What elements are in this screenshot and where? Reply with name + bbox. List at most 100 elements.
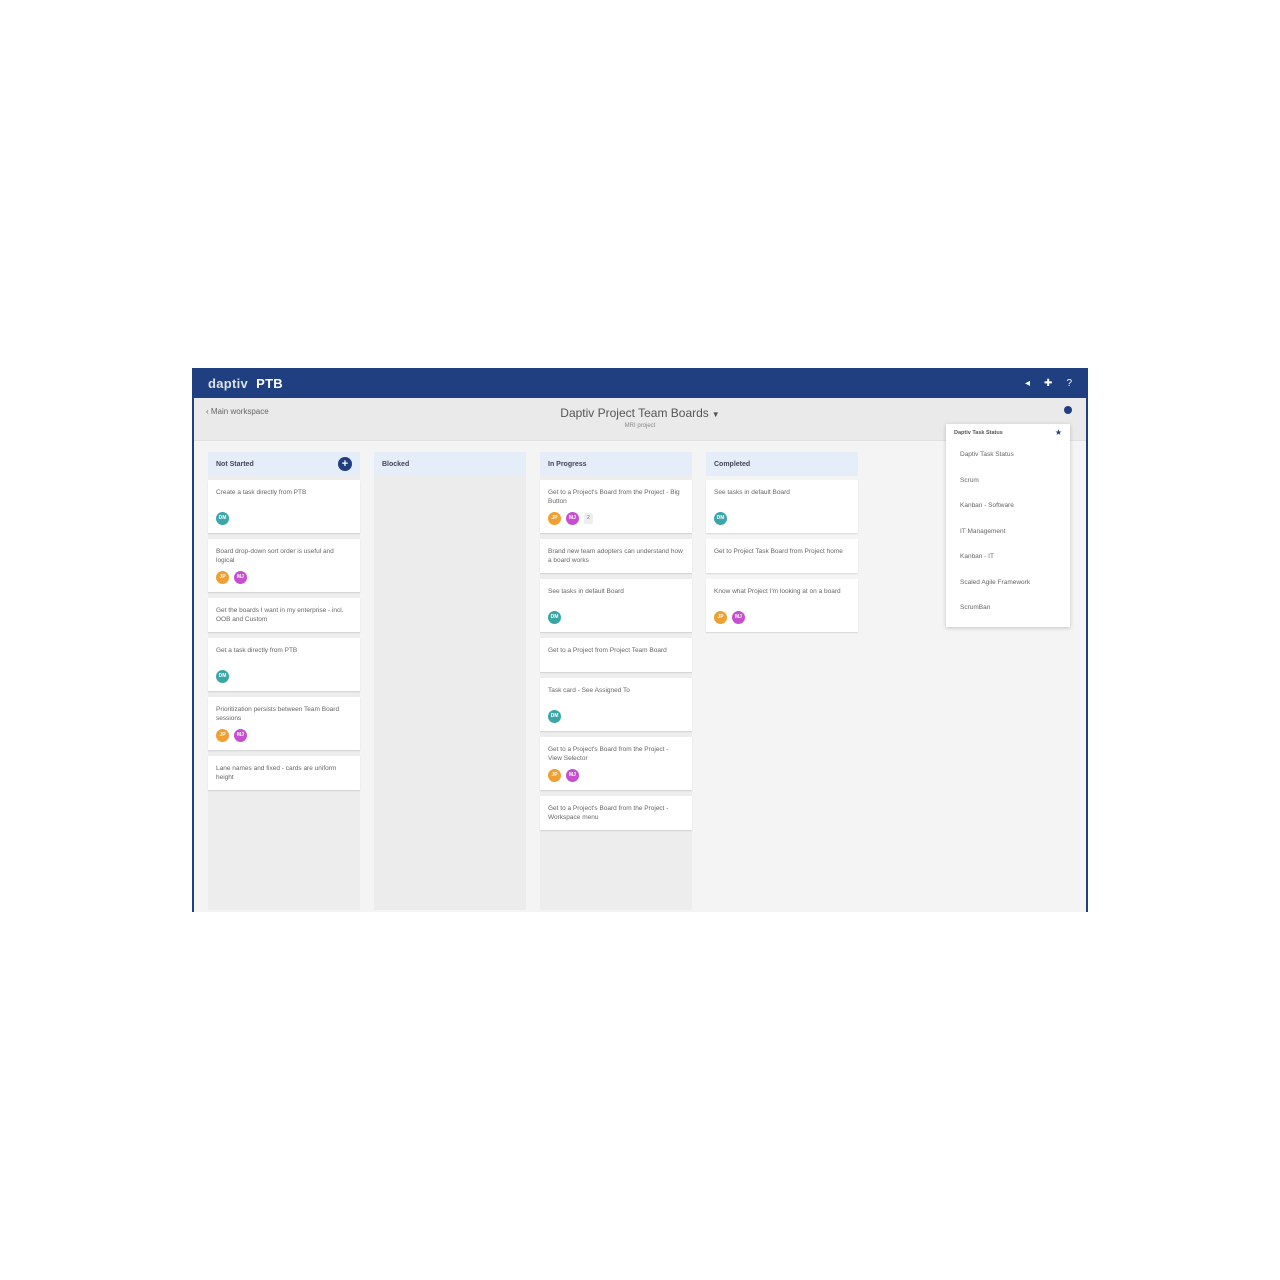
task-card[interactable]: Get to a Project's Board from the Projec… — [540, 796, 692, 830]
dropdown-item[interactable]: Kanban - Software — [946, 493, 1070, 519]
board-settings-icon[interactable] — [1064, 406, 1072, 414]
avatar[interactable]: DM — [548, 611, 561, 624]
task-card-title: Task card - See Assigned To — [548, 687, 630, 694]
task-card[interactable]: See tasks in default Board DM — [540, 579, 692, 632]
board-title: Daptiv Project Team Boards — [560, 406, 709, 420]
brand[interactable]: daptiv PTB — [208, 376, 283, 391]
avatar[interactable]: JP — [548, 769, 561, 782]
lane-0: Not Started + Create a task directly from … — [208, 452, 360, 910]
task-card-title: Get to a Project's Board from the Projec… — [548, 746, 669, 762]
header-icons: ◂ ✚ ? — [1025, 378, 1072, 389]
avatar[interactable]: JP — [216, 729, 229, 742]
dropdown-item[interactable]: IT Management — [946, 519, 1070, 545]
dropdown-item[interactable]: Daptiv Task Status — [946, 442, 1070, 468]
task-card[interactable]: Lane names and fixed - cards are uniform… — [208, 756, 360, 790]
lane-1: Blocked — [374, 452, 526, 910]
app-window: daptiv PTB ◂ ✚ ? ‹ Main workspace Daptiv … — [192, 368, 1088, 912]
assignees: JP MJ — [714, 611, 850, 624]
task-card[interactable]: Get to Project Task Board from Project h… — [706, 539, 858, 573]
dropdown-item[interactable]: Scrum — [946, 468, 1070, 494]
assignees: JP MJ — [216, 729, 352, 742]
task-card-title: Brand new team adopters can understand h… — [548, 548, 683, 564]
assignees: JP MJ — [548, 769, 684, 782]
task-card[interactable]: Get to a Project from Project Team Board — [540, 638, 692, 672]
lane-body: See tasks in default Board DM Get to Proje… — [706, 476, 858, 910]
lane-title: Completed — [714, 460, 751, 468]
assignees: DM — [548, 611, 684, 624]
task-card[interactable]: Brand new team adopters can understand h… — [540, 539, 692, 573]
assignees: JP MJ 2 — [548, 512, 684, 525]
avatar[interactable]: JP — [548, 512, 561, 525]
assignees: DM — [216, 670, 352, 683]
lane-body: Get to a Project's Board from the Projec… — [540, 476, 692, 910]
task-card[interactable]: Know what Project I'm looking at on a bo… — [706, 579, 858, 632]
star-icon[interactable]: ★ — [1055, 429, 1062, 437]
lane-header: Completed — [706, 452, 858, 476]
task-card-title: Prioritization persists between Team Boa… — [216, 706, 340, 722]
assignees: DM — [714, 512, 850, 525]
lane-3: Completed See tasks in default Board DM Get… — [706, 452, 858, 910]
lane-2: In Progress Get to a Project's Board from… — [540, 452, 692, 910]
board-type-dropdown: Daptiv Task Status ★ Daptiv Task Status S… — [946, 424, 1070, 627]
gear-icon[interactable]: ✚ — [1044, 378, 1052, 389]
task-card[interactable]: Get to a Project's Board from the Projec… — [540, 480, 692, 533]
daptiv-logo: daptiv — [208, 375, 249, 391]
chevron-down-icon: ▼ — [711, 410, 720, 419]
task-card[interactable]: Create a task directly from PTB DM — [208, 480, 360, 533]
avatar[interactable]: MJ — [566, 512, 579, 525]
lane-body: Create a task directly from PTB DM Board d… — [208, 476, 360, 910]
avatar[interactable]: MJ — [234, 729, 247, 742]
task-card-title: Get to a Project's Board from the Projec… — [548, 489, 680, 505]
avatar[interactable]: DM — [216, 512, 229, 525]
task-card-title: See tasks in default Board — [714, 489, 790, 496]
dropdown-item[interactable]: ScrumBan — [946, 595, 1070, 621]
task-card-title: Get to a Project from Project Team Board — [548, 647, 667, 654]
dropdown-item[interactable]: Scaled Agile Framework — [946, 570, 1070, 596]
task-card[interactable]: Task card - See Assigned To DM — [540, 678, 692, 731]
bell-icon[interactable]: ◂ — [1025, 378, 1030, 389]
dropdown-item[interactable]: Kanban - IT — [946, 544, 1070, 570]
task-card-title: Get the boards I want in my enterprise -… — [216, 607, 344, 623]
task-card[interactable]: Get to a Project's Board from the Projec… — [540, 737, 692, 790]
board-columns: Not Started + Create a task directly from … — [208, 452, 858, 910]
assignees: DM — [216, 512, 352, 525]
task-card-title: Lane names and fixed - cards are uniform… — [216, 765, 337, 781]
task-card[interactable]: See tasks in default Board DM — [706, 480, 858, 533]
lane-body — [374, 476, 526, 910]
subtask-count-badge: 2 — [584, 513, 593, 524]
avatar[interactable]: JP — [714, 611, 727, 624]
lane-header: Blocked — [374, 452, 526, 476]
avatar[interactable]: DM — [548, 710, 561, 723]
task-card-title: Get to a Project's Board from the Projec… — [548, 805, 669, 821]
task-card[interactable]: Board drop-down sort order is useful and… — [208, 539, 360, 592]
dropdown-header-label: Daptiv Task Status — [954, 430, 1003, 436]
lane-header: Not Started + — [208, 452, 360, 476]
task-card-title: See tasks in default Board — [548, 588, 624, 595]
task-card-title: Get to Project Task Board from Project h… — [714, 548, 843, 555]
avatar[interactable]: DM — [714, 512, 727, 525]
task-card-title: Know what Project I'm looking at on a bo… — [714, 588, 841, 595]
avatar[interactable]: MJ — [566, 769, 579, 782]
assignees: JP MJ — [216, 571, 352, 584]
lane-title: Not Started — [216, 460, 254, 468]
task-card[interactable]: Get a task directly from PTB DM — [208, 638, 360, 691]
avatar[interactable]: DM — [216, 670, 229, 683]
avatar[interactable]: MJ — [732, 611, 745, 624]
lane-title: In Progress — [548, 460, 587, 468]
dropdown-header: Daptiv Task Status ★ — [946, 429, 1070, 442]
task-card[interactable]: Prioritization persists between Team Boa… — [208, 697, 360, 750]
task-card-title: Board drop-down sort order is useful and… — [216, 548, 334, 564]
task-card-title: Create a task directly from PTB — [216, 489, 307, 496]
task-card-title: Get a task directly from PTB — [216, 647, 298, 654]
help-icon[interactable]: ? — [1066, 378, 1072, 389]
dropdown-list: Daptiv Task Status Scrum Kanban - Software… — [946, 442, 1070, 621]
board-selector[interactable]: Daptiv Project Team Boards ▼ — [194, 406, 1086, 420]
lane-title: Blocked — [382, 460, 410, 468]
avatar[interactable]: MJ — [234, 571, 247, 584]
top-bar: daptiv PTB ◂ ✚ ? — [194, 368, 1086, 398]
assignees: DM — [548, 710, 684, 723]
task-card[interactable]: Get the boards I want in my enterprise -… — [208, 598, 360, 632]
lane-header: In Progress — [540, 452, 692, 476]
avatar[interactable]: JP — [216, 571, 229, 584]
add-card-button[interactable]: + — [338, 457, 352, 471]
